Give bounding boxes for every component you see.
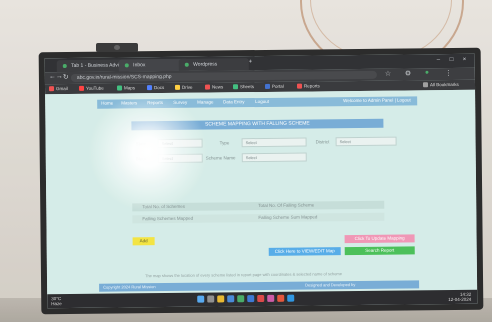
extensions-icon[interactable]: ⚙ [405,69,411,77]
start-icon[interactable] [197,295,205,303]
store-icon[interactable] [247,295,255,303]
settings-icon[interactable] [287,294,295,302]
add-button[interactable]: Add [132,237,155,246]
user-info: Welcome to Admin Panel | Logout [343,97,411,104]
bookmark-item[interactable]: News [204,83,223,91]
chrome-icon[interactable] [237,295,245,303]
bookmark-item[interactable]: All Bookmarks [422,81,459,89]
profile-icon[interactable]: ● [425,69,429,76]
reload-icon[interactable]: ↻ [63,73,69,81]
minimize-icon[interactable]: – [437,57,440,63]
nav-item-logout[interactable]: Logout [255,99,269,104]
summary-left-label-2: Falling Schemes Mapped [142,215,194,222]
tab-label: Inbox [133,62,146,69]
scheme-name-select[interactable]: Select [241,152,307,163]
office-icon[interactable] [277,294,285,302]
bookmark-item[interactable]: Maps [116,84,135,92]
bookmark-item[interactable]: Docs [146,84,164,92]
back-icon[interactable]: ← [49,73,56,80]
search-icon[interactable] [207,295,215,303]
district-select[interactable]: Select [335,136,397,147]
nav-item-manage[interactable]: Manage [197,99,213,104]
tab-favicon-icon [124,63,129,68]
view-edit-map-button[interactable]: Click Here to VIEW/EDIT Map [268,247,341,256]
bookmark-item[interactable]: Sheets [232,83,254,91]
footer-copyright: Copyright 2024 Rural Mission [103,284,156,290]
tab-label: Wordpress [193,61,218,68]
bookmark-item[interactable]: Gmail [48,85,68,93]
bookmark-item[interactable]: Portal [264,83,284,91]
search-report-button[interactable]: Search Report [344,246,415,256]
footer-credit: Designed and Developed by [305,282,356,288]
scheme-name-label: Scheme Name [205,155,236,161]
close-icon[interactable]: × [463,57,467,63]
edge-icon[interactable] [227,295,235,303]
light-glare [88,92,208,212]
weather-desc: Haze [51,301,62,307]
file-explorer-icon[interactable] [217,295,225,303]
bookmark-item[interactable]: Drive [174,84,193,92]
browser-tab-3[interactable]: Wordpress [178,58,249,71]
type-select[interactable]: Select [241,137,307,148]
nav-item-data-entry[interactable]: Data Entry [223,99,244,104]
page-note: The map shows the location of every sche… [144,271,343,279]
maximize-icon[interactable]: □ [450,57,454,63]
update-mapping-button[interactable]: Click To Update Mapping [344,234,415,244]
webcam-lens [114,45,120,50]
clock-date: 12-04-2024 [448,296,472,302]
tab-favicon-icon [62,63,67,68]
forward-icon[interactable]: → [56,73,63,80]
summary-right-label-1: Total No. Of Falling Scheme [258,202,315,209]
tab-favicon-icon [184,62,189,67]
menu-icon[interactable]: ⋮ [445,69,452,77]
new-tab-icon[interactable]: + [249,59,253,65]
bookmark-item[interactable]: YouTube [78,85,104,93]
summary-right-label-2: Falling Scheme Sum Mapped [258,214,318,221]
bookmark-item[interactable]: Reports [296,82,320,90]
app-icon[interactable] [267,294,275,302]
type-label: Type [219,140,230,146]
star-icon[interactable]: ☆ [385,70,391,78]
system-clock[interactable]: 14:32 12-04-2024 [448,292,472,302]
mail-icon[interactable] [257,294,265,303]
district-label: District [315,139,330,145]
weather-widget[interactable]: 30°C Haze [51,296,62,306]
